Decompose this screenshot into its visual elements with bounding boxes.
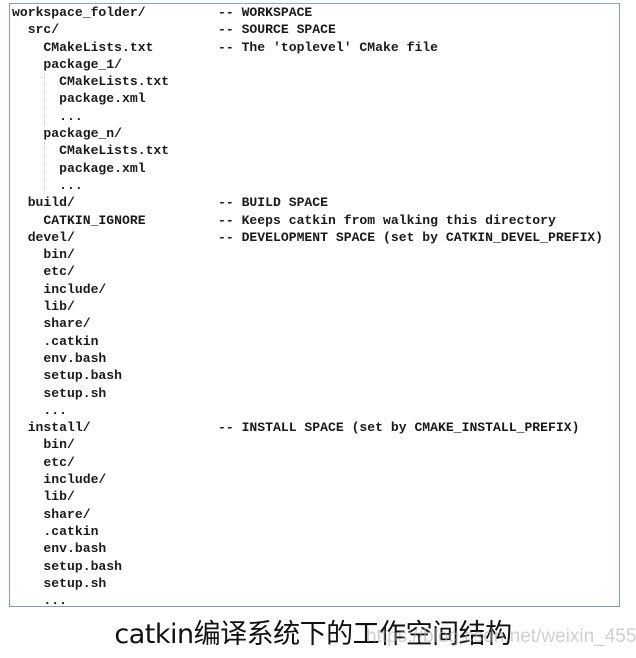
tree-line: bin/ [12,436,169,453]
tree-path: include/ [43,472,107,488]
tree-path: CMakeLists.txt [59,74,170,90]
tree-line: package_n/ [12,125,169,142]
tree-line: ... [12,592,169,609]
tree-path: lib/ [43,489,75,505]
tree-line: ... [12,177,169,194]
tree-path: etc/ [43,454,75,470]
tree-line: workspace_folder/ -- WORKSPACE [12,4,312,21]
tree-line: include/ [12,471,169,488]
tree-path: package_n/ [43,126,122,142]
tree-path: package_1/ [43,56,122,72]
tree-path: workspace_folder/ [12,5,146,20]
tree-line: bin/ [12,246,169,263]
tree-path: ... [59,177,83,193]
tree-path: share/ [43,506,91,522]
tree-path: bin/ [43,247,75,263]
tree-path: ... [59,108,83,124]
tree-path: .catkin [43,523,99,539]
tree-line: package.xml [12,90,169,107]
tree-path: ... [43,593,67,609]
tree-line: env.bash [12,540,169,557]
tree-line: setup.bash [12,558,169,575]
tree-path: CATKIN_IGNORE [43,212,146,228]
tree-comment: -- WORKSPACE [218,5,313,20]
tree-path: share/ [43,316,91,332]
tree-line: CMakeLists.txt [12,73,169,90]
directory-tree: workspace_folder/ -- WORKSPACE src/ -- SOUR… [12,4,603,609]
tree-path: bin/ [43,437,75,453]
watermark: https://blog.csdn.net/weixin_45519751 [366,626,636,647]
tree-line: install/ -- INSTALL SPACE (set by CMAKE_I… [12,419,580,436]
tree-line: etc/ [12,263,169,280]
tree-path: setup.bash [43,558,122,574]
tree-line: build/ -- BUILD SPACE [12,194,328,211]
tree-path: lib/ [43,299,75,315]
tree-line: setup.bash [12,367,169,384]
tree-comment: -- INSTALL SPACE (set by CMAKE_INSTALL_P… [218,420,580,436]
tree-path: install/ [27,420,91,436]
tree-line: ... [12,402,169,419]
tree-line: CATKIN_IGNORE -- Keeps catkin from walkin… [12,212,555,229]
tree-line: share/ [12,506,169,523]
tree-line: setup.sh [12,385,169,402]
tree-path: .catkin [43,333,99,349]
tree-path: setup.sh [43,385,107,401]
tree-comment: -- The 'toplevel' CMake file [218,39,439,55]
tree-line: package.xml [12,160,169,177]
tree-line: ... [12,108,169,125]
tree-path: setup.sh [43,575,107,591]
tree-line: .catkin [12,333,169,350]
tree-path: etc/ [43,264,75,280]
tree-path: build/ [27,195,75,211]
tree-line: package_1/ [12,56,169,73]
tree-comment: -- Keeps catkin from walking this direct… [218,212,556,228]
tree-line: include/ [12,281,169,298]
tree-path: ... [43,402,67,418]
tree-line: lib/ [12,298,169,315]
tree-path: include/ [43,281,107,297]
indent-guide-package-1 [44,73,45,125]
tree-path: package.xml [59,91,146,107]
tree-path: devel/ [27,229,75,245]
tree-path: CMakeLists.txt [59,143,170,159]
tree-path: env.bash [43,541,107,557]
tree-line: env.bash [12,350,169,367]
tree-comment: -- SOURCE SPACE [218,22,336,38]
tree-line: .catkin [12,523,169,540]
tree-line: devel/ -- DEVELOPMENT SPACE (set by CATKI… [12,229,603,246]
indent-guide-package-n [44,142,45,194]
tree-path: env.bash [43,350,107,366]
tree-path: CMakeLists.txt [43,39,154,55]
tree-line: etc/ [12,454,169,471]
tree-path: package.xml [59,160,146,176]
tree-path: src/ [27,22,60,38]
tree-line: share/ [12,315,169,332]
tree-comment: -- DEVELOPMENT SPACE (set by CATKIN_DEVE… [218,229,604,245]
tree-line: lib/ [12,488,169,505]
tree-path: setup.bash [43,368,122,384]
directory-tree-box: workspace_folder/ -- WORKSPACE src/ -- SOUR… [9,3,620,609]
tree-line: CMakeLists.txt [12,142,169,159]
tree-line: setup.sh [12,575,169,592]
tree-comment: -- BUILD SPACE [218,195,329,211]
tree-line: src/ -- SOURCE SPACE [12,21,336,38]
tree-line: CMakeLists.txt -- The 'toplevel' CMake fi… [12,39,438,56]
